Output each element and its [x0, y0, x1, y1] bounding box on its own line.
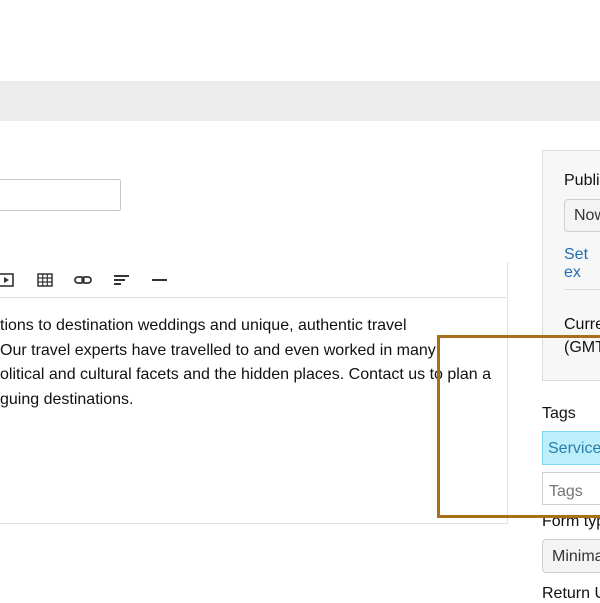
tags-input[interactable]	[542, 472, 600, 505]
return-url-heading: Return U	[542, 585, 600, 602]
align-icon[interactable]	[111, 271, 131, 289]
link-icon[interactable]	[73, 271, 93, 289]
content-editor[interactable]: tions to destination weddings and unique…	[0, 262, 508, 524]
publish-divider	[564, 289, 600, 290]
title-input[interactable]	[0, 179, 121, 211]
tags-heading: Tags	[542, 405, 576, 422]
set-expiry-link[interactable]: Set ex	[564, 246, 600, 282]
form-type-heading: Form typ	[542, 513, 600, 530]
editor-line: tions to destination weddings and unique…	[0, 317, 407, 334]
editor-body-text[interactable]: tions to destination weddings and unique…	[0, 314, 500, 412]
publish-heading: Publi	[564, 172, 600, 189]
editor-toolbar	[0, 262, 506, 298]
editor-line: Our travel experts have travelled to and…	[0, 341, 436, 359]
form-type-select[interactable]: Minima	[542, 539, 600, 573]
editor-line: olitical and cultural facets and the hid…	[0, 366, 491, 383]
horizontal-rule-icon[interactable]	[149, 271, 169, 289]
current-time-label: Curre	[564, 316, 600, 333]
publish-time-select[interactable]: Now	[564, 199, 600, 232]
timezone-label: (GMT	[564, 339, 600, 356]
tag-chip-service[interactable]: Service	[542, 431, 600, 465]
top-toolbar-band	[0, 81, 600, 121]
editor-line: guing destinations.	[0, 390, 134, 408]
insert-media-icon[interactable]	[0, 271, 16, 289]
table-icon[interactable]	[35, 271, 55, 289]
